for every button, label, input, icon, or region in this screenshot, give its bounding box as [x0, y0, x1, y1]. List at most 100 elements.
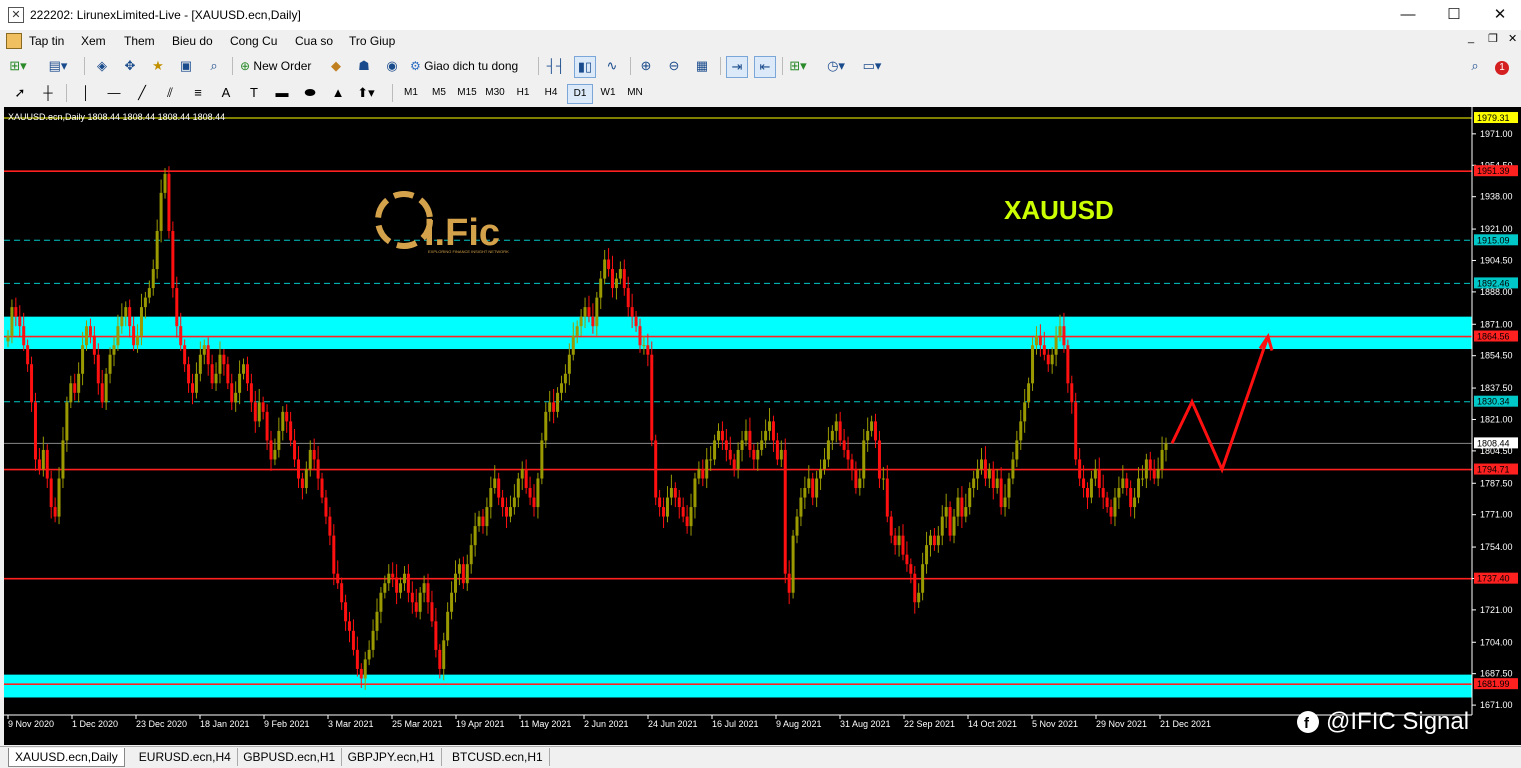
- candle: [308, 440, 312, 477]
- periods-icon[interactable]: ◷▾: [826, 56, 846, 76]
- signals-icon[interactable]: ◉: [382, 56, 402, 76]
- auto-trading-button[interactable]: ⚙ Giao dich tu dong: [410, 56, 518, 76]
- line-chart-icon[interactable]: ∿: [602, 56, 622, 76]
- strategy-tester-icon[interactable]: ⌕: [204, 56, 224, 76]
- price-chart[interactable]: 1971.001954.501938.001921.001904.501888.…: [4, 107, 1521, 745]
- timeframe-mn[interactable]: MN: [623, 84, 647, 102]
- candle: [1003, 484, 1007, 517]
- zoom-in-icon[interactable]: ⊕: [636, 56, 656, 76]
- candlestick-chart-icon[interactable]: ▮▯: [574, 56, 596, 78]
- maximize-icon[interactable]: ☐: [1431, 0, 1477, 30]
- zoom-out-icon[interactable]: ⊖: [664, 56, 684, 76]
- timeframe-m5[interactable]: M5: [427, 84, 451, 102]
- x-tick-label: 19 Apr 2021: [456, 719, 505, 729]
- candle-body: [49, 478, 53, 508]
- text-label-icon[interactable]: T: [244, 83, 264, 103]
- candle-body: [120, 316, 124, 327]
- new-chart-icon[interactable]: ⊞▾: [8, 56, 28, 76]
- candle-body: [18, 316, 22, 327]
- candle-body: [1097, 468, 1101, 489]
- chart-tab[interactable]: BTCUSD.ecn,H1: [446, 748, 550, 766]
- chart-tab[interactable]: GBPUSD.ecn,H1: [237, 748, 343, 766]
- close-icon[interactable]: ✕: [1477, 0, 1521, 30]
- metaeditor-icon[interactable]: ◆: [326, 56, 346, 76]
- indicators-icon[interactable]: ⊞▾: [788, 56, 808, 76]
- crosshair-icon[interactable]: ✥: [120, 56, 140, 76]
- crosshair-tool-icon[interactable]: ┼: [38, 83, 58, 103]
- horizontal-line-icon[interactable]: —: [104, 83, 124, 103]
- candle-body: [96, 354, 100, 384]
- chart-shift-icon[interactable]: ⇤: [754, 56, 776, 78]
- chart-header: XAUUSD.ecn,Daily 1808.44 1808.44 1808.44…: [8, 112, 225, 122]
- candle-body: [136, 335, 140, 346]
- mdi-close-icon[interactable]: ✕: [1508, 32, 1517, 45]
- cursor-icon[interactable]: ➚: [10, 83, 30, 103]
- mdi-restore-icon[interactable]: ❐: [1488, 32, 1498, 45]
- candle: [61, 427, 65, 489]
- candle: [214, 362, 218, 391]
- menu-item-file[interactable]: Tap tin: [29, 34, 64, 48]
- trendline-icon[interactable]: ╱: [132, 83, 152, 103]
- document-icon[interactable]: [6, 33, 22, 49]
- fibonacci-icon[interactable]: ≡: [188, 83, 208, 103]
- candle-body: [497, 478, 501, 498]
- equidistant-channel-icon[interactable]: ⫽: [160, 83, 180, 103]
- candle-body: [261, 402, 265, 412]
- timeframe-h4[interactable]: H4: [539, 84, 563, 102]
- timeframe-w1[interactable]: W1: [596, 84, 620, 102]
- chart-tab[interactable]: EURUSD.ecn,H4: [133, 748, 238, 766]
- timeframe-m30[interactable]: M30: [483, 84, 507, 102]
- auto-scroll-icon[interactable]: ⇥: [726, 56, 748, 78]
- templates-icon[interactable]: ▭▾: [862, 56, 882, 76]
- bar-chart-icon[interactable]: ┤┤: [546, 56, 566, 76]
- arrow-shapes-icon[interactable]: ⬆▾: [356, 83, 376, 103]
- menu-item-charts[interactable]: Bieu do: [172, 34, 213, 48]
- timeframe-d1[interactable]: D1: [567, 84, 593, 104]
- rectangle-icon[interactable]: ▬: [272, 83, 292, 103]
- y-tick-label: 1771.00: [1480, 510, 1513, 520]
- title-bar: ✕ 222202: LirunexLimited-Live - [XAUUSD.…: [0, 0, 1521, 31]
- menu-item-tools[interactable]: Cong Cu: [230, 34, 277, 48]
- navigator-icon[interactable]: ★: [148, 56, 168, 76]
- candle-body: [1042, 345, 1046, 355]
- menu-item-insert[interactable]: Them: [124, 34, 155, 48]
- chart-tab[interactable]: XAUUSD.ecn,Daily: [8, 748, 125, 767]
- profiles-icon[interactable]: ▤▾: [48, 56, 68, 76]
- chart-window[interactable]: 1971.001954.501938.001921.001904.501888.…: [4, 107, 1521, 745]
- candle-body: [768, 421, 772, 431]
- market-watch-icon[interactable]: ◈: [92, 56, 112, 76]
- menu-item-view[interactable]: Xem: [81, 34, 106, 48]
- menu-item-window[interactable]: Cua so: [295, 34, 333, 48]
- ellipse-icon[interactable]: ⬬: [300, 83, 320, 103]
- minimize-icon[interactable]: —: [1385, 0, 1431, 30]
- candle: [379, 587, 383, 624]
- candle-body: [238, 373, 242, 393]
- candle: [811, 472, 815, 506]
- text-icon[interactable]: A: [216, 83, 236, 103]
- candle: [552, 389, 556, 424]
- candle-body: [187, 364, 191, 384]
- timeframe-m1[interactable]: M1: [399, 84, 423, 102]
- triangle-icon[interactable]: ▲: [328, 83, 348, 103]
- candle-body: [92, 335, 96, 355]
- candle-body: [33, 402, 37, 460]
- market-icon[interactable]: ☗: [354, 56, 374, 76]
- candle-body: [646, 345, 650, 355]
- timeframe-h1[interactable]: H1: [511, 84, 535, 102]
- search-icon[interactable]: ⌕: [1465, 56, 1485, 76]
- candle: [956, 488, 960, 527]
- candle-body: [340, 583, 344, 603]
- mdi-minimize-icon[interactable]: _: [1468, 32, 1474, 44]
- terminal-icon[interactable]: ▣: [176, 56, 196, 76]
- candle-body: [418, 592, 422, 612]
- chart-tab[interactable]: GBPJPY.ecn,H1: [342, 748, 442, 766]
- timeframe-m15[interactable]: M15: [455, 84, 479, 102]
- notifications-icon[interactable]: 1: [1492, 56, 1512, 76]
- vertical-line-icon[interactable]: │: [76, 83, 96, 103]
- candle-body: [795, 516, 799, 536]
- candle: [995, 468, 999, 494]
- new-order-button[interactable]: ⊕ New Order: [240, 56, 311, 76]
- tile-windows-icon[interactable]: ▦: [692, 56, 712, 76]
- candle-body: [351, 630, 355, 650]
- menu-item-help[interactable]: Tro Giup: [349, 34, 395, 48]
